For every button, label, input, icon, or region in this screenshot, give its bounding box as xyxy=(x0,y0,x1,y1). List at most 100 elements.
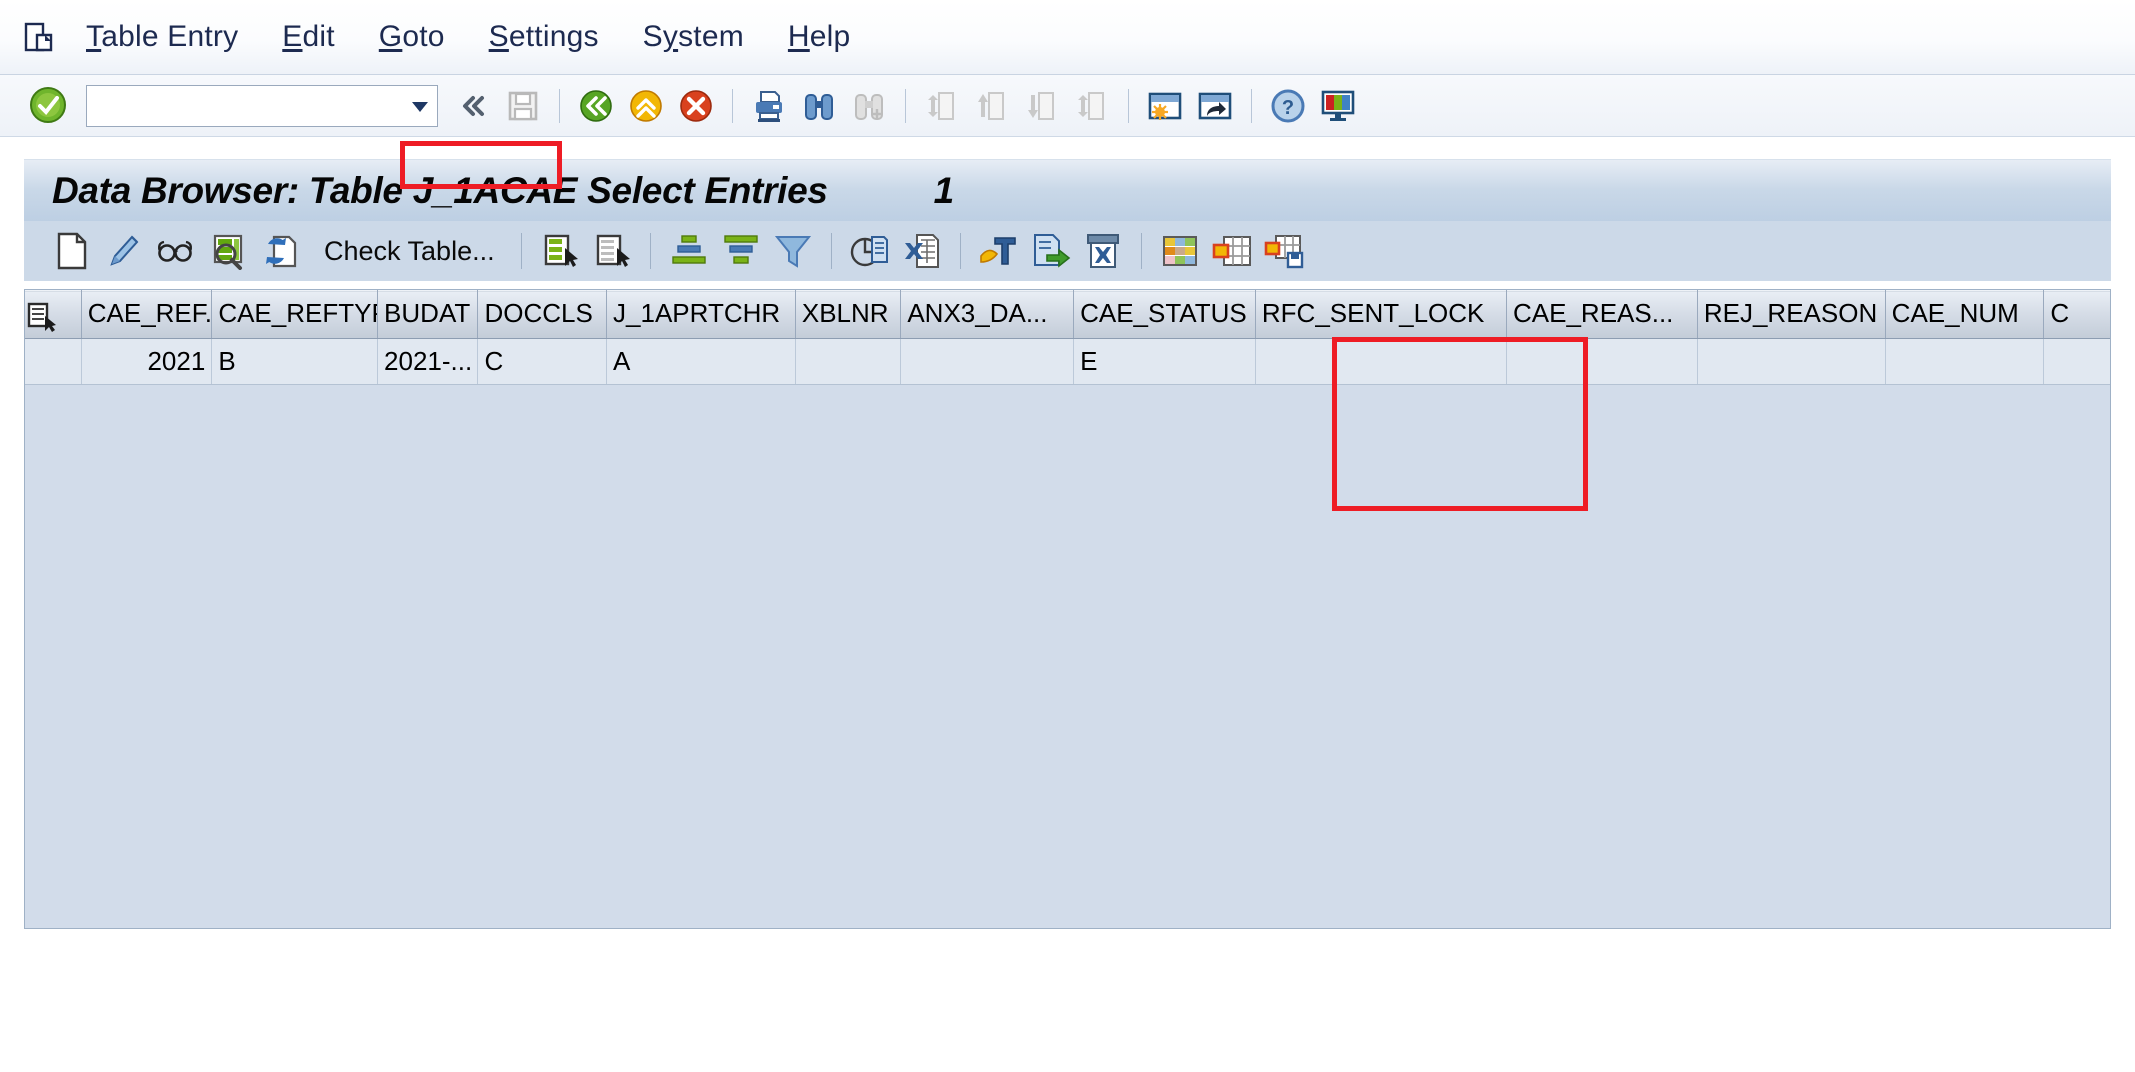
download-icon[interactable] xyxy=(1082,230,1124,272)
table-cell[interactable]: A xyxy=(606,338,796,385)
column-header[interactable]: J_1APRTCHR xyxy=(606,290,796,339)
enter-ok-icon[interactable] xyxy=(28,85,70,127)
table-cell[interactable]: E xyxy=(1073,338,1256,385)
toolbar-separator xyxy=(649,233,651,269)
page-title: Data Browser: Table J_1ACAE Select Entri… xyxy=(52,170,954,212)
toolbar-separator xyxy=(1128,88,1129,123)
menu-item-goto[interactable]: Goto xyxy=(379,20,445,54)
print-icon[interactable] xyxy=(749,86,789,126)
menu-bar: Table Entry Edit Goto Settings System He… xyxy=(0,0,2135,75)
toolbar-separator xyxy=(959,233,961,269)
check-table-button[interactable]: Check Table... xyxy=(324,236,495,267)
row-select-cell[interactable] xyxy=(25,338,82,385)
menu-item-edit[interactable]: Edit xyxy=(282,20,335,54)
toolbar-separator xyxy=(1140,233,1142,269)
toolbar-separator xyxy=(905,88,906,123)
column-header[interactable]: C xyxy=(2043,290,2110,339)
toolbar-separator xyxy=(732,88,733,123)
choose-layout-icon[interactable] xyxy=(1159,230,1201,272)
back-icon[interactable] xyxy=(576,86,616,126)
export-icon[interactable] xyxy=(1030,230,1072,272)
table-header: CAE_REF...CAE_REFTYPBUDATDOCCLSJ_1APRTCH… xyxy=(25,290,2110,339)
deselect-all-icon[interactable] xyxy=(591,230,633,272)
new-session-icon[interactable] xyxy=(1145,86,1185,126)
last-page-icon xyxy=(1072,86,1112,126)
change-entry-icon[interactable] xyxy=(103,230,145,272)
column-header[interactable]: BUDAT xyxy=(377,290,479,339)
table-cell[interactable]: B xyxy=(211,338,379,385)
new-entry-icon[interactable] xyxy=(51,230,93,272)
table-cell[interactable]: C xyxy=(477,338,608,385)
title-entry-count: 1 xyxy=(933,169,955,211)
menu-item-help[interactable]: Help xyxy=(788,20,851,54)
previous-page-icon xyxy=(972,86,1012,126)
column-header[interactable]: DOCCLS xyxy=(477,290,608,339)
header-row: CAE_REF...CAE_REFTYPBUDATDOCCLSJ_1APRTCH… xyxy=(25,290,2110,339)
help-icon[interactable]: ? xyxy=(1268,86,1308,126)
table-cell[interactable] xyxy=(2043,338,2110,385)
table-cell[interactable] xyxy=(795,338,902,385)
svg-text:?: ? xyxy=(1282,97,1294,119)
data-grid[interactable]: CAE_REF...CAE_REFTYPBUDATDOCCLSJ_1APRTCH… xyxy=(24,289,2111,929)
table-cell[interactable] xyxy=(1506,338,1698,385)
next-page-icon xyxy=(1022,86,1062,126)
column-header[interactable]: RFC_SENT_LOCK xyxy=(1255,290,1508,339)
find-next-icon xyxy=(849,86,889,126)
menu-item-system[interactable]: System xyxy=(643,20,744,54)
table-cell[interactable] xyxy=(900,338,1075,385)
table-toolbar: Check Table... xyxy=(24,221,2111,281)
screen-title-bar: Data Browser: Table J_1ACAE Select Entri… xyxy=(24,159,2111,221)
table-row[interactable]: 2021 B 2021-... C A E xyxy=(25,338,2110,385)
command-input[interactable] xyxy=(87,84,403,127)
menu-item-settings[interactable]: Settings xyxy=(489,20,599,54)
title-table-name: J_1ACAE xyxy=(412,169,578,211)
sort-ascending-icon[interactable] xyxy=(668,230,710,272)
column-header[interactable]: CAE_STATUS xyxy=(1073,290,1256,339)
main-toolbar: ? xyxy=(0,75,2135,137)
grid-empty-area xyxy=(25,385,2110,928)
chevron-down-icon[interactable] xyxy=(403,86,437,126)
entries-table: CAE_REF...CAE_REFTYPBUDATDOCCLSJ_1APRTCH… xyxy=(25,290,2110,385)
toolbar-separator xyxy=(520,233,522,269)
word-processing-icon[interactable] xyxy=(978,230,1020,272)
table-body: 2021 B 2021-... C A E xyxy=(25,338,2110,385)
column-header[interactable]: ANX3_DA... xyxy=(900,290,1075,339)
column-header[interactable]: CAE_NUM xyxy=(1885,290,2045,339)
total-icon[interactable] xyxy=(849,230,891,272)
column-header[interactable]: XBLNR xyxy=(795,290,902,339)
change-layout-icon[interactable] xyxy=(1211,230,1253,272)
first-page-icon xyxy=(922,86,962,126)
save-layout-icon[interactable] xyxy=(1263,230,1305,272)
table-cell[interactable] xyxy=(1885,338,2045,385)
exit-icon[interactable] xyxy=(626,86,666,126)
table-cell[interactable] xyxy=(1697,338,1886,385)
menu-item-table-entry[interactable]: Table Entry xyxy=(86,20,238,54)
sap-session-icon[interactable] xyxy=(22,20,56,54)
sort-descending-icon[interactable] xyxy=(720,230,762,272)
toolbar-separator xyxy=(1251,88,1252,123)
filter-icon[interactable] xyxy=(772,230,814,272)
select-all-icon[interactable] xyxy=(539,230,581,272)
cancel-icon[interactable] xyxy=(676,86,716,126)
spreadsheet-icon[interactable] xyxy=(901,230,943,272)
title-suffix: Select Entries xyxy=(587,169,828,211)
column-header[interactable]: REJ_REASON xyxy=(1697,290,1886,339)
toolbar-separator xyxy=(559,88,560,123)
toolbar-separator xyxy=(830,233,832,269)
find-icon[interactable] xyxy=(799,86,839,126)
display-details-icon[interactable] xyxy=(207,230,249,272)
refresh-icon[interactable] xyxy=(259,230,301,272)
column-header[interactable]: CAE_REFTYP xyxy=(211,290,379,339)
command-field[interactable] xyxy=(86,84,438,127)
display-entry-icon[interactable] xyxy=(155,230,197,272)
table-cell[interactable] xyxy=(1255,338,1508,385)
column-header[interactable]: CAE_REAS... xyxy=(1506,290,1698,339)
customize-layout-icon[interactable] xyxy=(1318,86,1358,126)
table-cell[interactable]: 2021-... xyxy=(377,338,479,385)
create-shortcut-icon[interactable] xyxy=(1195,86,1235,126)
save-icon xyxy=(503,86,543,126)
column-header[interactable]: CAE_REF... xyxy=(81,290,213,339)
table-cell[interactable]: 2021 xyxy=(81,338,213,385)
select-all-column-icon[interactable] xyxy=(25,290,82,339)
collapse-left-icon[interactable] xyxy=(453,86,493,126)
